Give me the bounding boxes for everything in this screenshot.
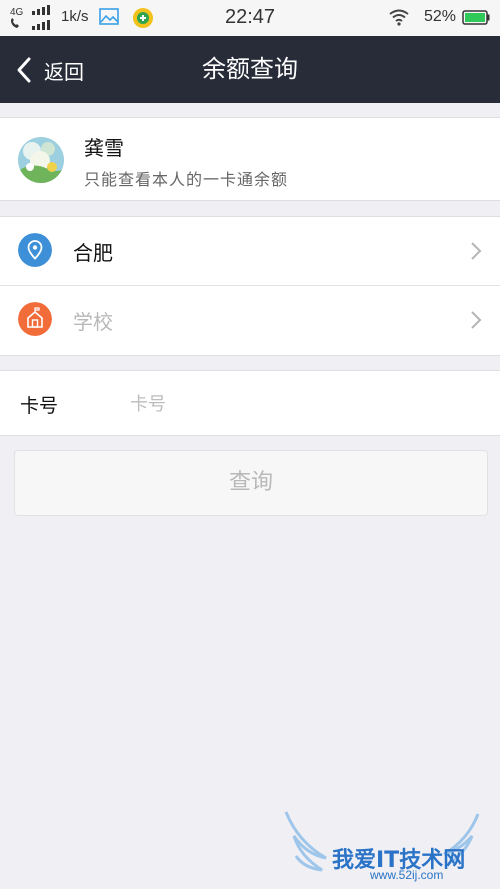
card-number-label: 卡号 <box>20 395 59 417</box>
card-number-input[interactable] <box>128 385 472 423</box>
city-label: 合肥 <box>73 241 113 265</box>
nav-bar: 返回 余额查询 <box>0 36 500 103</box>
school-row[interactable]: 学校 <box>0 286 500 354</box>
user-card: 龚雪 只能查看本人的一卡通余额 <box>0 117 500 201</box>
wifi-icon <box>389 9 409 26</box>
avatar[interactable] <box>18 137 64 183</box>
school-icon <box>18 302 52 336</box>
battery-icon <box>462 10 490 25</box>
status-bar: 4G 1k/s 22:47 52% <box>0 0 500 36</box>
user-subtitle: 只能查看本人的一卡通余额 <box>84 170 289 189</box>
watermark-url: www.52ij.com <box>370 868 444 882</box>
location-card: 合肥 学校 <box>0 216 500 356</box>
chevron-right-icon <box>471 311 482 329</box>
user-name: 龚雪 <box>84 136 124 160</box>
city-row[interactable]: 合肥 <box>0 217 500 285</box>
school-label: 学校 <box>73 310 113 334</box>
battery-percent: 52% <box>424 8 457 25</box>
location-pin-icon <box>18 233 52 267</box>
chevron-right-icon <box>471 242 482 260</box>
query-button[interactable]: 查询 <box>14 450 488 516</box>
watermark: 我爱IT技术网 www.52ij.com <box>282 808 492 886</box>
page-title: 余额查询 <box>202 55 298 83</box>
card-number-row: 卡号 <box>0 370 500 436</box>
